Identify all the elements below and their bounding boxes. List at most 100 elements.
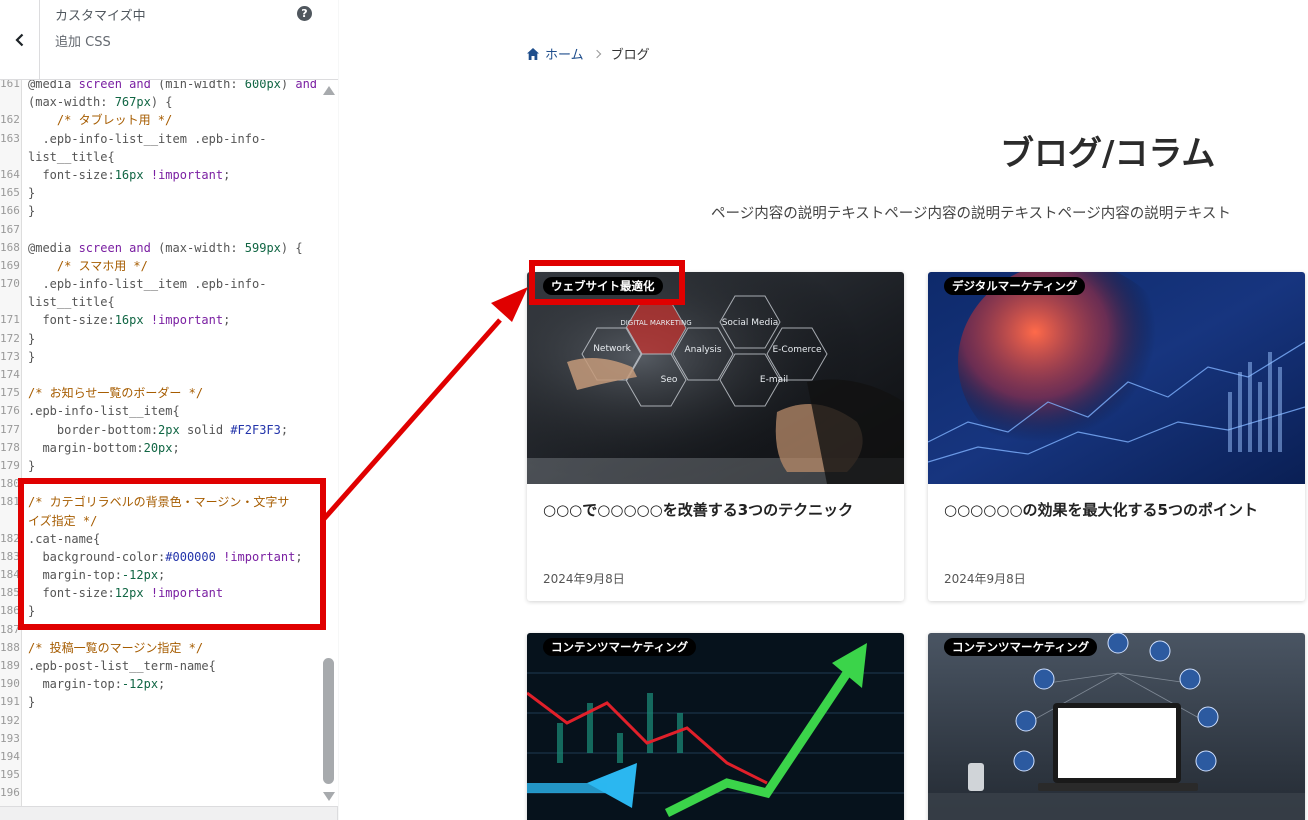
scroll-down-arrow-icon[interactable] bbox=[323, 792, 335, 801]
code-text: font-size:16px !important; bbox=[28, 167, 231, 182]
line-number: 193 bbox=[0, 731, 20, 745]
customizer-title: カスタマイズ中 bbox=[55, 9, 146, 24]
code-line[interactable]: 187 bbox=[0, 621, 320, 639]
post-title[interactable]: ○○○で○○○○○を改善する3つのテクニック bbox=[543, 498, 888, 522]
post-thumbnail[interactable]: コンテンツマーケティング bbox=[928, 633, 1305, 820]
code-line[interactable]: 165} bbox=[0, 184, 320, 202]
code-text: list__title{ bbox=[28, 149, 115, 164]
site-preview: ホーム ブログ ブログ/コラム ページ内容の説明テキストページ内容の説明テキスト… bbox=[339, 0, 1308, 820]
line-number: 183 bbox=[0, 549, 20, 563]
code-line[interactable]: 172} bbox=[0, 330, 320, 348]
post-thumbnail[interactable]: DIGITAL MARKETING Social Media Network A… bbox=[527, 272, 904, 484]
code-text: border-bottom:2px solid #F2F3F3; bbox=[28, 422, 289, 437]
breadcrumb-home-link[interactable]: ホーム bbox=[545, 44, 584, 63]
line-number: 168 bbox=[0, 240, 20, 254]
code-line[interactable]: list__title{ bbox=[0, 148, 320, 166]
post-card[interactable]: DIGITAL MARKETING Social Media Network A… bbox=[527, 272, 904, 601]
line-number: 166 bbox=[0, 204, 20, 218]
post-card[interactable]: デジタルマーケティング ○○○○○○の効果を最大化する5つのポイント 2024年… bbox=[928, 272, 1305, 601]
code-line[interactable]: 164 font-size:16px !important; bbox=[0, 166, 320, 184]
code-line[interactable]: 186} bbox=[0, 602, 320, 620]
code-text: margin-top:-12px; bbox=[28, 677, 166, 692]
code-line[interactable]: 191} bbox=[0, 693, 320, 711]
code-line[interactable]: 177 border-bottom:2px solid #F2F3F3; bbox=[0, 421, 320, 439]
hex-label: Network bbox=[593, 344, 631, 354]
code-line[interactable]: 195 bbox=[0, 766, 320, 784]
code-line[interactable]: 180 bbox=[0, 475, 320, 493]
code-text: /* タブレット用 */ bbox=[28, 113, 173, 128]
line-number: 176 bbox=[0, 404, 20, 418]
code-line[interactable]: 184 margin-top:-12px; bbox=[0, 566, 320, 584]
scroll-thumb[interactable] bbox=[323, 658, 334, 784]
laptop-icons-image bbox=[928, 633, 1305, 820]
code-line[interactable]: list__title{ bbox=[0, 293, 320, 311]
code-line[interactable]: 182 .cat-name{ bbox=[0, 530, 320, 548]
code-line[interactable]: 168 @media screen and (max-width: 599px) … bbox=[0, 239, 320, 257]
code-line[interactable]: 163 .epb-info-list__item .epb-info- bbox=[0, 130, 320, 148]
code-line[interactable]: 162 /* タブレット用 */ bbox=[0, 111, 320, 129]
category-label[interactable]: デジタルマーケティング bbox=[944, 277, 1086, 295]
code-line[interactable]: 169 /* スマホ用 */ bbox=[0, 257, 320, 275]
hex-label: E-mail bbox=[760, 375, 788, 385]
code-text: @media screen and (min-width: 600px) and bbox=[28, 80, 318, 91]
code-line[interactable]: 196 bbox=[0, 784, 320, 802]
code-line[interactable]: 178 margin-bottom:20px; bbox=[0, 439, 320, 457]
code-line[interactable]: 174 bbox=[0, 366, 320, 384]
page-description: ページ内容の説明テキストページ内容の説明テキストページ内容の説明テキスト bbox=[711, 206, 1231, 222]
code-line[interactable]: 176 .epb-info-list__item{ bbox=[0, 402, 320, 420]
code-text: } bbox=[28, 695, 36, 710]
customizer-sidebar: カスタマイズ中 追加 CSS ? 161 @media screen and (m… bbox=[0, 0, 338, 820]
code-line[interactable]: 179} bbox=[0, 457, 320, 475]
css-code-editor[interactable]: 161 @media screen and (min-width: 600px) … bbox=[0, 80, 338, 807]
code-line[interactable]: 194 bbox=[0, 748, 320, 766]
code-line[interactable]: 189 .epb-post-list__term-name{ bbox=[0, 657, 320, 675]
line-number: 164 bbox=[0, 167, 20, 181]
line-number: 188 bbox=[0, 640, 20, 654]
post-thumbnail[interactable]: デジタルマーケティング bbox=[928, 272, 1305, 484]
post-date: 2024年9月8日 bbox=[944, 572, 1026, 586]
category-label[interactable]: ウェブサイト最適化 bbox=[543, 277, 663, 295]
code-text: /* お知らせ一覧のボーダー */ bbox=[28, 386, 204, 401]
code-line[interactable]: 190 margin-top:-12px; bbox=[0, 675, 320, 693]
line-number: 162 bbox=[0, 113, 20, 127]
post-title[interactable]: ○○○○○○の効果を最大化する5つのポイント bbox=[944, 498, 1289, 522]
code-line[interactable]: 188 /* 投稿一覧のマージン指定 */ bbox=[0, 639, 320, 657]
code-line[interactable]: (max-width: 767px) { bbox=[0, 93, 320, 111]
post-card[interactable]: コンテンツマーケティング bbox=[527, 633, 904, 820]
code-text: イズ指定 */ bbox=[28, 513, 98, 528]
code-line[interactable]: イズ指定 */ bbox=[0, 512, 320, 530]
code-text: .epb-info-list__item{ bbox=[28, 404, 180, 419]
line-number: 178 bbox=[0, 440, 20, 454]
code-line[interactable]: 170 .epb-info-list__item .epb-info- bbox=[0, 275, 320, 293]
section-title: 追加 CSS bbox=[55, 35, 111, 50]
code-lines[interactable]: 161 @media screen and (min-width: 600px) … bbox=[0, 80, 320, 803]
scroll-up-arrow-icon[interactable] bbox=[323, 86, 335, 95]
line-number: 167 bbox=[0, 222, 20, 236]
line-number: 174 bbox=[0, 368, 20, 381]
post-thumbnail[interactable]: コンテンツマーケティング bbox=[527, 633, 904, 820]
help-icon[interactable]: ? bbox=[297, 6, 312, 21]
line-number: 187 bbox=[0, 622, 20, 636]
code-line[interactable]: 192 bbox=[0, 712, 320, 730]
code-line[interactable]: 171 font-size:16px !important; bbox=[0, 311, 320, 329]
code-line[interactable]: 181 /* カテゴリラベルの背景色・マージン・文字サ bbox=[0, 493, 320, 511]
code-line[interactable]: 166} bbox=[0, 202, 320, 220]
line-number: 173 bbox=[0, 349, 20, 363]
home-icon bbox=[527, 47, 539, 60]
post-card[interactable]: コンテンツマーケティング bbox=[928, 633, 1305, 820]
code-line[interactable]: 193 bbox=[0, 730, 320, 748]
code-line[interactable]: 185 font-size:12px !important bbox=[0, 584, 320, 602]
line-number: 189 bbox=[0, 659, 20, 672]
category-label[interactable]: コンテンツマーケティング bbox=[944, 638, 1098, 656]
line-number: 163 bbox=[0, 131, 20, 145]
line-number: 175 bbox=[0, 386, 20, 400]
category-label[interactable]: コンテンツマーケティング bbox=[543, 638, 697, 656]
back-button[interactable] bbox=[0, 0, 40, 80]
code-text: font-size:12px !important bbox=[28, 586, 224, 601]
line-number: 179 bbox=[0, 458, 20, 472]
code-line[interactable]: 167 bbox=[0, 221, 320, 239]
code-line[interactable]: 161 @media screen and (min-width: 600px) … bbox=[0, 80, 320, 93]
code-line[interactable]: 173} bbox=[0, 348, 320, 366]
code-line[interactable]: 175 /* お知らせ一覧のボーダー */ bbox=[0, 384, 320, 402]
code-line[interactable]: 183 background-color:#000000 !important; bbox=[0, 548, 320, 566]
